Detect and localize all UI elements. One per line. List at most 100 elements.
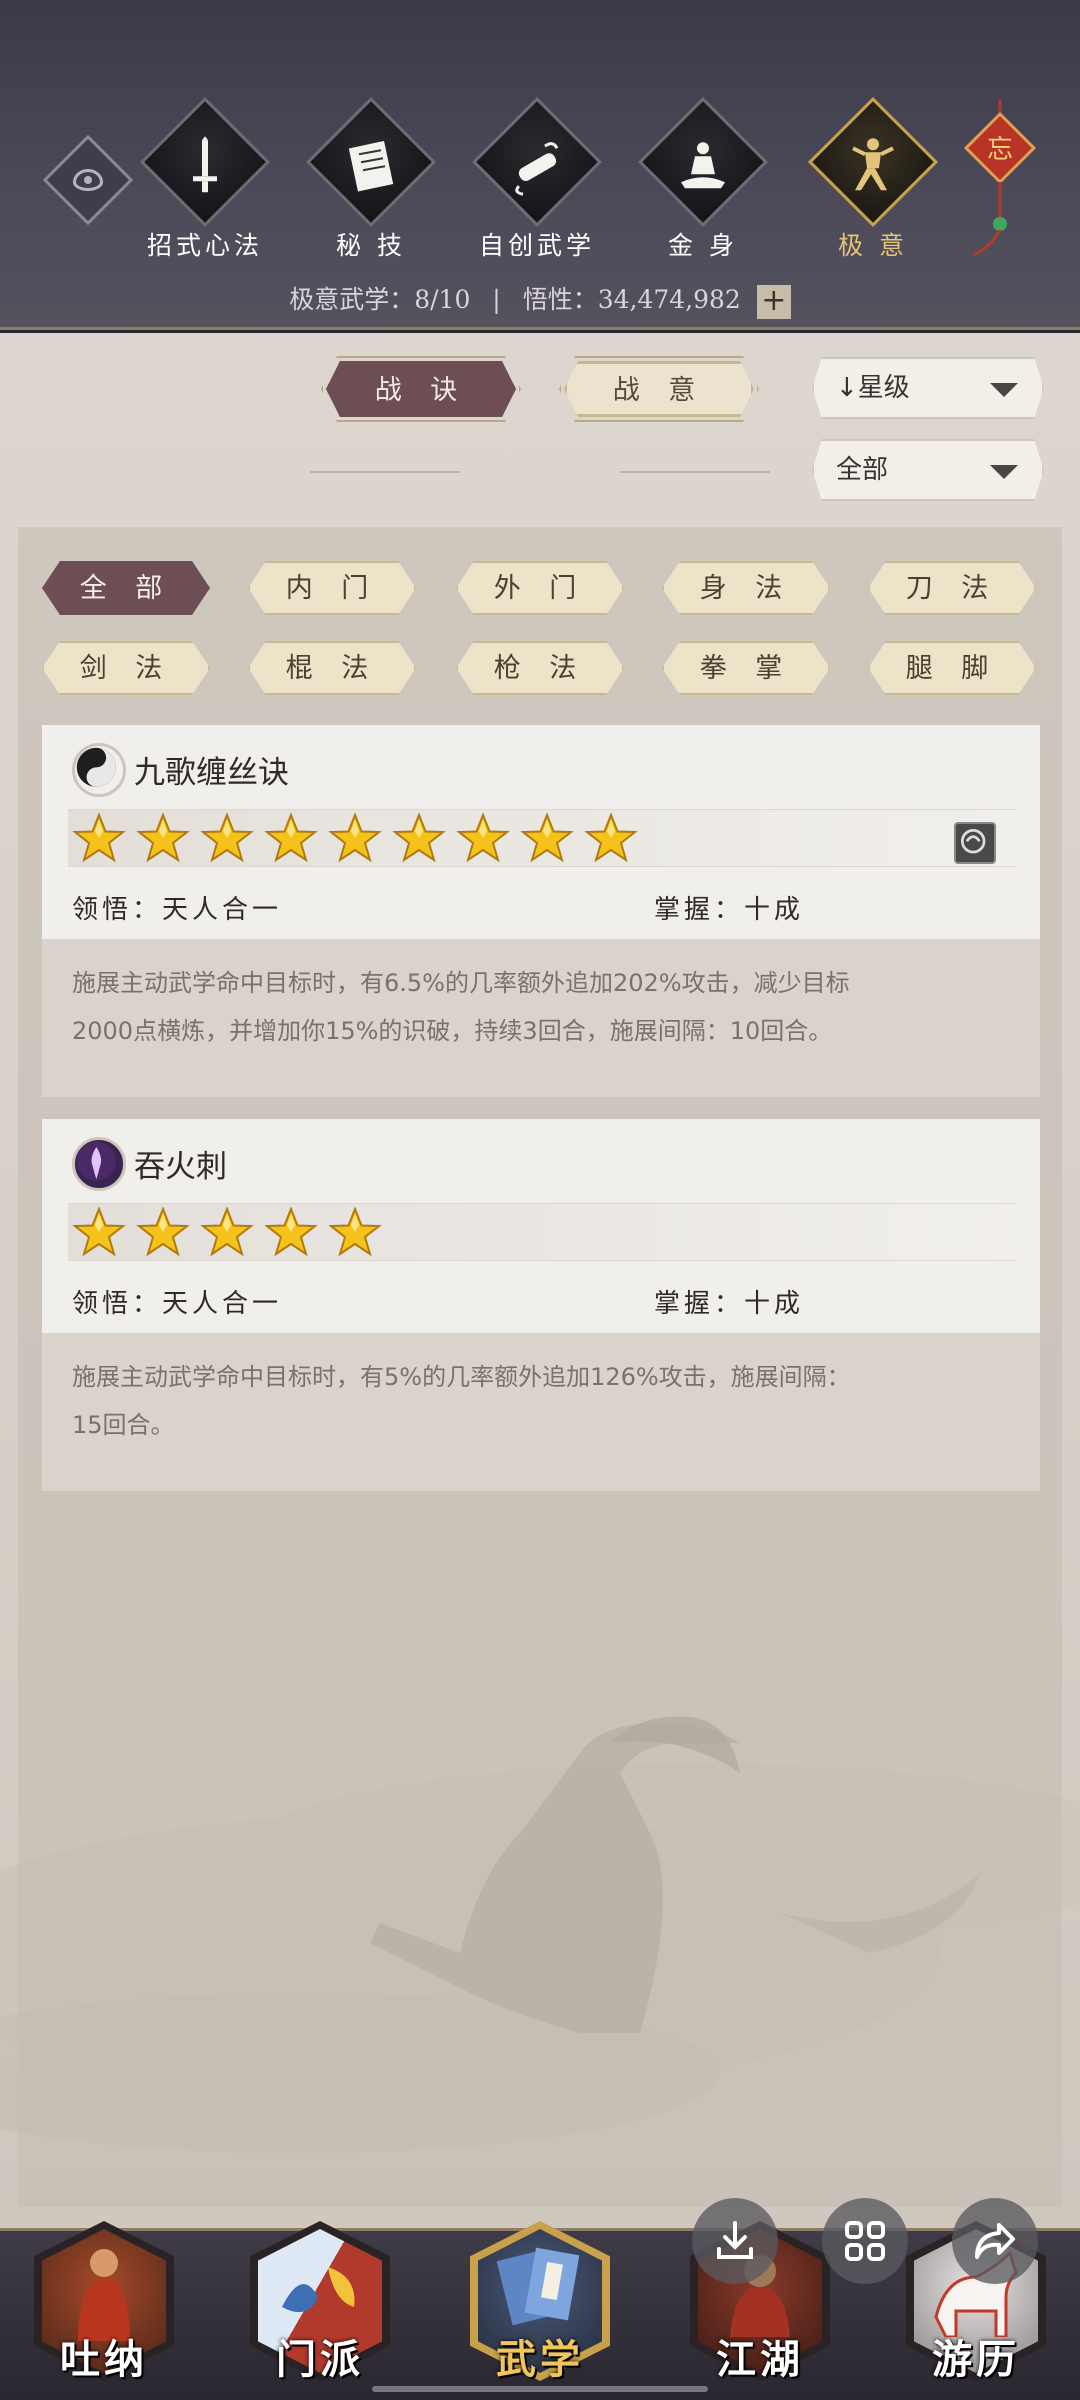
tab-ultimate-intent[interactable]: 极 意 [803,96,943,262]
tab-secret-skills[interactable]: 秘 技 [301,96,441,262]
star-icon [200,812,254,870]
filter-sword[interactable]: 剑 法 [42,641,210,695]
home-indicator [372,2386,708,2392]
chinese-knot-icon[interactable]: 忘 [960,100,1040,260]
tab-combat-intent-label: 战 意 [564,361,754,417]
grid-icon [845,2221,885,2261]
star-icon [136,1206,190,1264]
skill-description: 施展主动武学命中目标时，有6.5%的几率额外追加202%攻击，减少目标 2000… [42,939,1040,1097]
tab-combat-intent[interactable]: 战 意 [564,361,754,417]
desc-line: 15回合。 [72,1411,175,1439]
star-icon [520,812,574,870]
share-button[interactable] [952,2198,1038,2284]
mastery-value: 十成 [744,1289,805,1319]
star-icon [136,812,190,870]
skill-description: 施展主动武学命中目标时，有5%的几率额外追加126%攻击，施展间隔： 15回合。 [42,1333,1040,1491]
fire-skill-icon [72,1137,126,1191]
star-icon [72,812,126,870]
comprehension-label: 领悟： [72,1289,163,1319]
star-rating [68,809,1016,867]
knot-character: 忘 [987,135,1013,165]
share-arrow-icon [975,2223,1015,2259]
star-icon [200,1206,254,1264]
book-icon [348,140,394,192]
mastery: 掌握：十成 [654,889,804,926]
mastery: 掌握：十成 [654,1283,804,1320]
skill-card[interactable]: 九歌缠丝诀 领悟：天人合一 掌握：十成 施展主动武学命中目标时，有6.5%的几率… [42,725,1040,1097]
nav-sect[interactable]: 门派 [250,2221,390,2391]
filter-dropdown[interactable]: 全部 [812,439,1044,501]
insight-label: 悟性： [522,285,598,314]
chevron-down-icon [990,383,1018,397]
filter-saber[interactable]: 刀 法 [868,561,1036,615]
separator: | [492,285,501,314]
download-icon [717,2221,753,2259]
mastery-label: 掌握： [654,1289,745,1319]
tab-label: 招式心法 [146,231,263,260]
tab-self-created[interactable]: 自创武学 [467,96,607,262]
top-header: 招式心法 秘 技 自创武学 金 身 极 意 忘 极意武学：8/10 | 悟性：3… [0,0,1080,330]
star-icon [72,1206,126,1264]
tab-golden-body[interactable]: 金 身 [633,96,773,262]
sort-dropdown[interactable]: ↓星级 [812,357,1044,419]
tab-label: 秘 技 [336,231,406,260]
desc-line: 施展主动武学命中目标时，有5%的几率额外追加126%攻击，施展间隔： [72,1363,851,1391]
grid-menu-button[interactable] [822,2198,908,2284]
divider [310,471,460,473]
nav-label: 吐纳 [60,2336,148,2383]
filter-outer[interactable]: 外 门 [456,561,624,615]
eye-toggle-button[interactable] [42,134,134,226]
skill-card[interactable]: 吞火刺 领悟：天人合一 掌握：十成 施展主动武学命中目标时，有5%的几率额外追加… [42,1119,1040,1491]
add-insight-button[interactable]: + [756,284,791,319]
desc-line: 施展主动武学命中目标时，有6.5%的几率额外追加202%攻击，减少目标 [72,969,850,997]
star-icon [328,812,382,870]
sect-emblem-icon [282,2267,355,2313]
skill-name: 九歌缠丝诀 [134,755,289,791]
nav-label: 门派 [276,2336,364,2383]
download-button[interactable] [692,2198,778,2284]
scroll-icon [515,142,559,196]
skill-detail-icon[interactable] [954,822,996,864]
star-icon [264,812,318,870]
star-rating [68,1203,1016,1261]
filter-leg[interactable]: 腿 脚 [868,641,1036,695]
desc-line: 2000点横炼，并增加你15%的识破，持续3回合，施展间隔：10回合。 [72,1017,833,1045]
comprehension-value: 天人合一 [162,1289,283,1319]
tab-combat-formula[interactable]: 战 诀 [326,361,516,417]
star-icon [392,812,446,870]
nav-martial-arts[interactable]: 武学 [470,2221,610,2391]
meditation-icon [681,142,725,189]
filter-spear[interactable]: 枪 法 [456,641,624,695]
nav-label: 武学 [496,2336,584,2383]
filter-label: 全部 [836,455,889,485]
chevron-down-icon [990,465,1018,479]
filter-fist[interactable]: 拳 掌 [662,641,830,695]
tab-combat-formula-label: 战 诀 [326,361,516,417]
filter-inner[interactable]: 内 门 [248,561,416,615]
nav-breathing[interactable]: 吐纳 [34,2221,174,2391]
tab-moves-methods[interactable]: 招式心法 [135,96,275,262]
divider [620,471,770,473]
stats-line: 极意武学：8/10 | 悟性：34,474,982 + [0,280,1080,319]
filter-movement[interactable]: 身 法 [662,561,830,615]
sort-label: ↓星级 [836,373,910,403]
bottom-nav: 吐纳 门派 武学 江湖 游历 [0,2221,1080,2400]
comprehension: 领悟：天人合一 [72,889,282,926]
ultimate-count: 8/10 [414,285,471,314]
manual-books-icon [496,2247,580,2326]
ultimate-count-label: 极意武学： [289,285,415,314]
taichi-icon [72,743,126,797]
skill-name: 吞火刺 [134,1149,227,1185]
nav-label: 游历 [932,2336,1020,2383]
star-icon [584,812,638,870]
comprehension-value: 天人合一 [162,895,283,925]
insight-value: 34,474,982 [597,285,741,314]
star-icon [328,1206,382,1264]
monk-icon [78,2249,130,2341]
martial-stance-icon [852,138,894,191]
eye-icon [73,169,103,191]
filter-all[interactable]: 全 部 [42,561,210,615]
main-content: 战 诀 战 意 ↓星级 全部 全 部 内 门 外 门 身 法 刀 法 剑 法 棍… [0,333,1080,2228]
filter-staff[interactable]: 棍 法 [248,641,416,695]
sword-icon [193,136,217,193]
